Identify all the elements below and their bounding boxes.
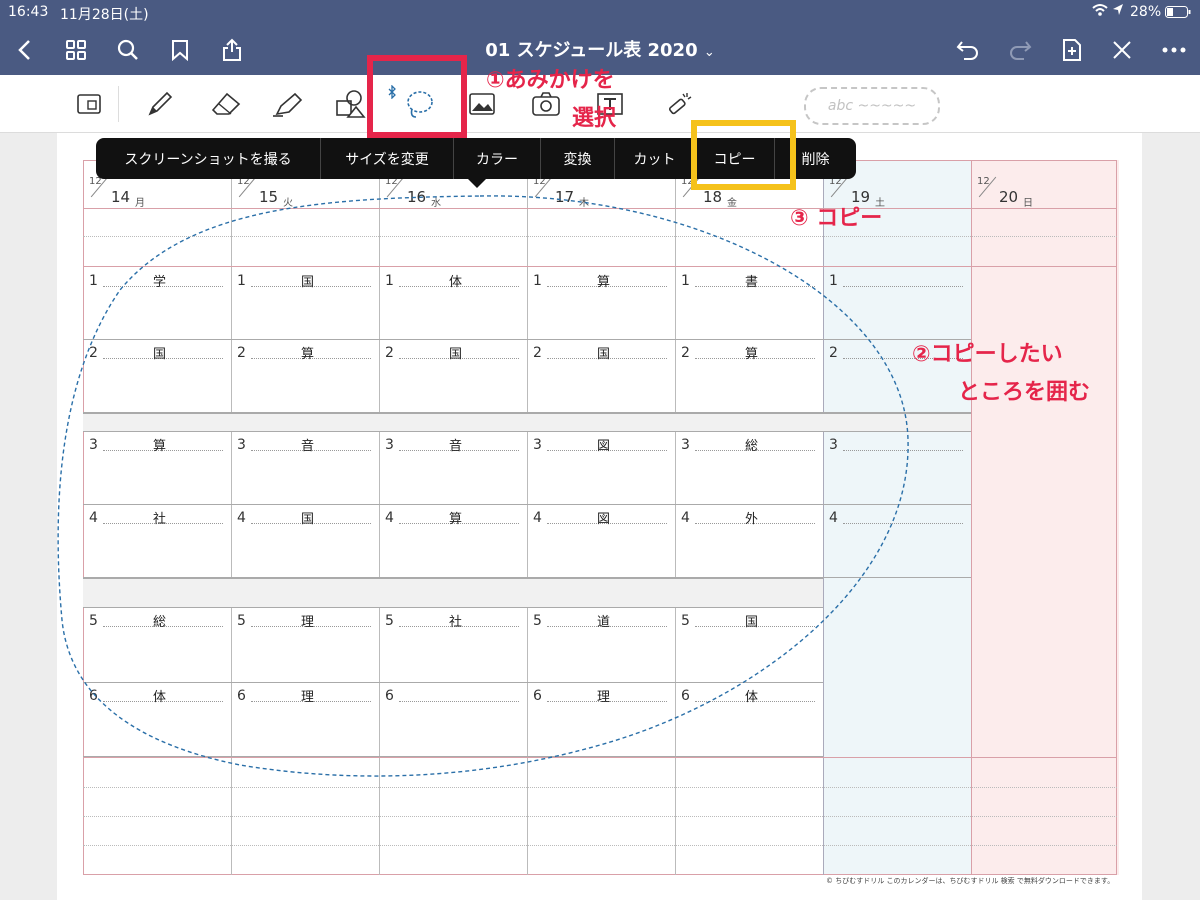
annotation-step2-enclose: ところを囲む: [958, 380, 1091, 405]
context-menu-pointer: [468, 179, 486, 188]
copy-highlight-box: [691, 120, 796, 190]
annotation-step1: ①あみかけを: [486, 68, 615, 93]
annotation-step3: ③ コピー: [790, 206, 883, 231]
menu-item-cut[interactable]: カット: [615, 138, 695, 179]
annotation-step2: ②コピーしたい: [912, 342, 1063, 367]
menu-item-screenshot[interactable]: スクリーンショットを撮る: [96, 138, 321, 179]
menu-item-resize[interactable]: サイズを変更: [321, 138, 454, 179]
menu-item-convert[interactable]: 変換: [541, 138, 615, 179]
lasso-selection-outline: [57, 195, 909, 777]
lasso-highlight-box: [367, 55, 467, 138]
annotation-step1-select: 選択: [572, 106, 617, 131]
menu-item-color[interactable]: カラー: [454, 138, 541, 179]
